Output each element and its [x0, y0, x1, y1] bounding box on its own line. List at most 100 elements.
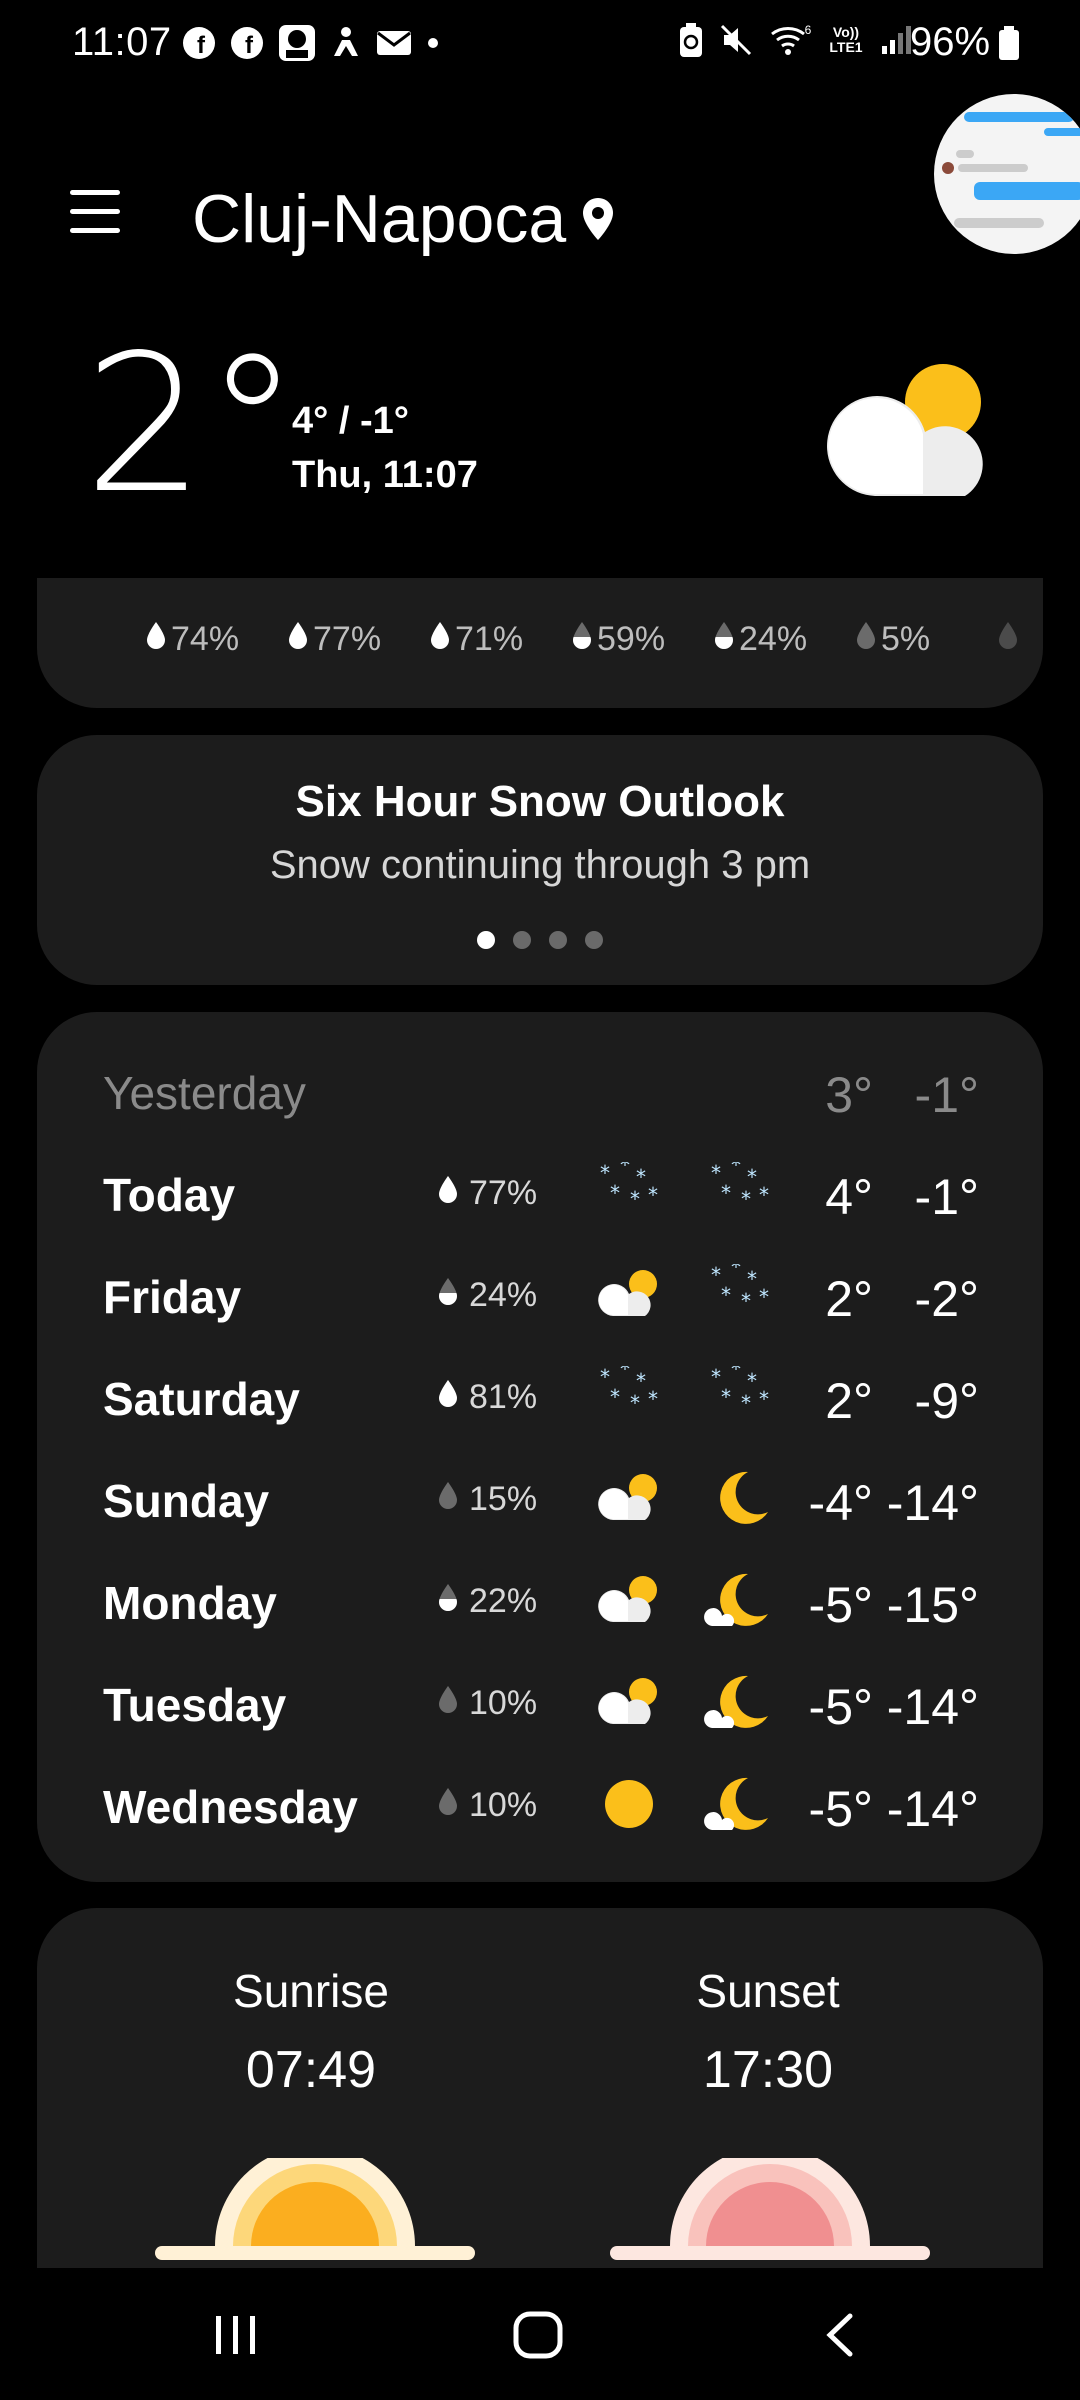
- raindrop-icon: [145, 620, 167, 659]
- high-temp: -4°: [808, 1475, 873, 1531]
- current-day-time: Thu, 11:07: [292, 454, 478, 496]
- daily-forecast-card[interactable]: Yesterday 3° -1° Today 77% * * * * * * * * * * * * 4° -1° F…: [37, 1012, 1043, 1882]
- raindrop-icon: [437, 1174, 459, 1213]
- forecast-row[interactable]: Today 77% * * * * * * * * * * * * 4° -1°: [37, 1148, 1043, 1238]
- high-temp: -5°: [808, 1577, 873, 1633]
- svg-text:*: *: [610, 1181, 620, 1205]
- mute-icon: [720, 24, 752, 56]
- back-icon[interactable]: [822, 2312, 858, 2358]
- forecast-row[interactable]: Monday 22% -5° -15°: [37, 1556, 1043, 1646]
- forecast-row[interactable]: Wednesday 10% -5° -14°: [37, 1760, 1043, 1850]
- low-temp: -2°: [914, 1271, 979, 1327]
- sunrise-icon: [155, 2158, 475, 2260]
- svg-text:*: *: [741, 1289, 751, 1313]
- forecast-row[interactable]: Saturday 81% * * * * * * * * * * * * 2° -9°: [37, 1352, 1043, 1442]
- moon-cloud-icon: [702, 1774, 778, 1839]
- svg-text:*: *: [731, 1264, 741, 1279]
- svg-text:*: *: [648, 1387, 658, 1411]
- recent-apps-icon[interactable]: [212, 2312, 260, 2358]
- precip-value: 10%: [469, 1786, 538, 1824]
- precip-value: 74%: [171, 620, 240, 658]
- precip-value: 81%: [469, 1378, 538, 1416]
- status-time: 11:07: [72, 20, 172, 64]
- svg-text:*: *: [741, 1391, 751, 1415]
- home-icon[interactable]: [512, 2310, 564, 2360]
- svg-text:*: *: [731, 1366, 741, 1381]
- sun-times-card: Sunrise 07:49 Sunset 17:30: [37, 1908, 1043, 2268]
- yesterday-row[interactable]: Yesterday 3° -1°: [37, 1046, 1043, 1136]
- precip-chance: 24%: [437, 1276, 537, 1315]
- page-dot[interactable]: [549, 931, 567, 949]
- day-label: Tuesday: [103, 1679, 287, 1731]
- battery-saver-icon: [680, 23, 702, 57]
- raindrop-icon: [437, 1582, 459, 1621]
- svg-text:*: *: [711, 1366, 721, 1389]
- precip-value: 15%: [469, 1480, 538, 1518]
- signal-icon: [882, 26, 911, 54]
- svg-text:*: *: [721, 1385, 731, 1409]
- sunset-time: 17:30: [702, 2041, 834, 2099]
- forecast-row[interactable]: Friday 24% * * * * * * 2° -2°: [37, 1250, 1043, 1340]
- outlook-title: Six Hour Snow Outlook: [295, 777, 785, 826]
- precip-value: 24%: [739, 620, 808, 658]
- page-dot[interactable]: [513, 931, 531, 949]
- svg-text:*: *: [721, 1283, 731, 1307]
- day-label: Friday: [103, 1271, 242, 1323]
- outlook-subtitle: Snow continuing through 3 pm: [269, 843, 811, 887]
- snow-icon: * * * * * *: [702, 1255, 778, 1329]
- sunrise-label: Sunrise: [233, 1965, 389, 2017]
- battery-icon: [999, 25, 1020, 60]
- battery-percent: 96%: [910, 20, 991, 64]
- snow-outlook-card[interactable]: Six Hour Snow Outlook Snow continuing th…: [37, 735, 1043, 985]
- high-temp: 2°: [825, 1271, 873, 1327]
- svg-text:*: *: [630, 1187, 640, 1211]
- snow-icon: * * * * * *: [702, 1357, 778, 1431]
- page-dot[interactable]: [585, 931, 603, 949]
- sunset-label: Sunset: [696, 1965, 840, 2017]
- svg-text:*: *: [747, 1165, 757, 1189]
- precip-value: 10%: [469, 1684, 538, 1722]
- forecast-row[interactable]: Sunday 15% -4° -14°: [37, 1454, 1043, 1544]
- svg-text:*: *: [741, 1187, 751, 1211]
- svg-text:*: *: [610, 1385, 620, 1409]
- chat-head-bubble[interactable]: [934, 94, 1080, 254]
- low-temp: -1°: [914, 1169, 979, 1225]
- partly-cloudy-icon: [591, 1672, 667, 1737]
- location-pin-icon: [583, 198, 613, 240]
- page-indicator[interactable]: [37, 931, 1043, 949]
- city-name[interactable]: Cluj-Napoca: [192, 180, 566, 258]
- high-temp: 3°: [825, 1067, 873, 1123]
- moon-icon: [702, 1468, 778, 1533]
- day-label: Saturday: [103, 1373, 300, 1425]
- accessibility-icon: [334, 27, 358, 56]
- forecast-row[interactable]: Tuesday 10% -5° -14°: [37, 1658, 1043, 1748]
- precip-chance: 15%: [437, 1480, 537, 1519]
- partly-cloudy-icon: [827, 364, 983, 496]
- sunrise-time: 07:49: [245, 2041, 377, 2099]
- svg-text:*: *: [630, 1391, 640, 1415]
- wifi-6-icon: 6: [771, 23, 812, 55]
- raindrop-icon: [437, 1786, 459, 1825]
- raindrop-icon: [437, 1480, 459, 1519]
- precip-chance: 77%: [437, 1174, 537, 1213]
- svg-text:*: *: [759, 1183, 769, 1207]
- hamburger-menu-icon[interactable]: [70, 190, 120, 234]
- sunset-icon: [610, 2158, 930, 2260]
- chat-preview-icon: [942, 112, 1080, 228]
- snow-icon: * * * * * *: [591, 1357, 667, 1431]
- raindrop-icon: [713, 620, 735, 659]
- partly-cloudy-icon: [591, 1264, 667, 1329]
- high-temp: 4°: [825, 1169, 873, 1225]
- high-temp: -5°: [808, 1781, 873, 1837]
- page-dot[interactable]: [477, 931, 495, 949]
- low-temp: -14°: [886, 1781, 979, 1837]
- precip-item: 74%: [145, 620, 239, 659]
- high-temp: 2°: [825, 1373, 873, 1429]
- partly-cloudy-icon: [591, 1468, 667, 1533]
- day-label: Today: [103, 1169, 236, 1221]
- day-label: Monday: [103, 1577, 277, 1629]
- svg-text:6: 6: [805, 23, 812, 37]
- svg-text:*: *: [721, 1181, 731, 1205]
- volte-label: Vo)) LTE1: [829, 24, 863, 55]
- hourly-precipitation-strip[interactable]: 74% 77% 71% 59% 24% 5%: [37, 578, 1043, 708]
